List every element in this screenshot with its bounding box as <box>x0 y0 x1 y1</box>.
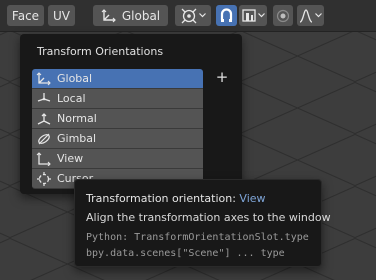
orientation-item-label: Gimbal <box>57 132 97 145</box>
face-menu-button[interactable]: Face <box>7 5 44 26</box>
orientation-item-gimbal[interactable]: Gimbal <box>32 129 203 149</box>
uv-menu-button[interactable]: UV <box>48 5 75 26</box>
snap-toggle-button[interactable] <box>216 5 237 26</box>
local-orientation-icon <box>36 92 52 106</box>
falloff-dropdown[interactable] <box>297 5 324 26</box>
proportional-editing-toggle[interactable] <box>273 5 293 26</box>
orientation-item-label: View <box>57 152 84 165</box>
orientation-item-normal[interactable]: Normal <box>32 109 203 129</box>
tooltip: Transformation orientation: View Align t… <box>74 179 331 267</box>
orientation-item-local[interactable]: Local <box>32 89 203 109</box>
orientation-dropdown[interactable]: Global <box>93 5 168 26</box>
menu-title: Transform Orientations <box>37 45 164 58</box>
pivot-point-dropdown[interactable] <box>175 5 211 26</box>
viewport-header: Face UV Global <box>0 0 376 32</box>
orientation-item-global[interactable]: Global <box>32 69 203 89</box>
add-orientation-button[interactable]: + <box>213 67 231 87</box>
transform-orientations-menu: Transform Orientations + Global Local No… <box>20 34 242 194</box>
gimbal-orientation-icon <box>36 132 52 146</box>
cursor-orientation-icon <box>36 171 52 186</box>
snap-target-icon <box>241 8 256 23</box>
global-orientation-icon <box>101 8 117 23</box>
orientation-list: Global Local Normal Gimbal View <box>32 69 203 189</box>
view-orientation-icon <box>36 151 52 166</box>
chevron-down-icon <box>257 13 265 18</box>
tooltip-title-label: Transformation orientation: <box>86 192 236 205</box>
orientation-dropdown-label: Global <box>121 8 161 23</box>
tooltip-title-value: View <box>239 192 266 205</box>
tooltip-title: Transformation orientation: View <box>86 192 266 205</box>
falloff-curve-icon <box>299 8 313 23</box>
normal-orientation-icon <box>36 112 52 126</box>
chevron-down-icon <box>198 13 206 18</box>
chevron-down-icon <box>315 13 322 18</box>
orientation-item-label: Global <box>57 72 93 85</box>
orientation-item-view[interactable]: View <box>32 149 203 169</box>
orientation-item-label: Local <box>57 92 86 105</box>
tooltip-description: Align the transformation axes to the win… <box>86 211 331 224</box>
tooltip-python-path: Python: TransformOrientationSlot.type <box>86 232 309 243</box>
snap-target-dropdown[interactable] <box>239 5 267 26</box>
tooltip-python-data-path: bpy.data.scenes["Scene"] ... type <box>86 248 285 259</box>
orientation-item-label: Normal <box>57 112 97 125</box>
snap-icon <box>219 8 234 23</box>
proportional-editing-icon <box>276 9 290 23</box>
global-orientation-icon <box>36 71 52 86</box>
pivot-point-icon <box>181 8 197 24</box>
